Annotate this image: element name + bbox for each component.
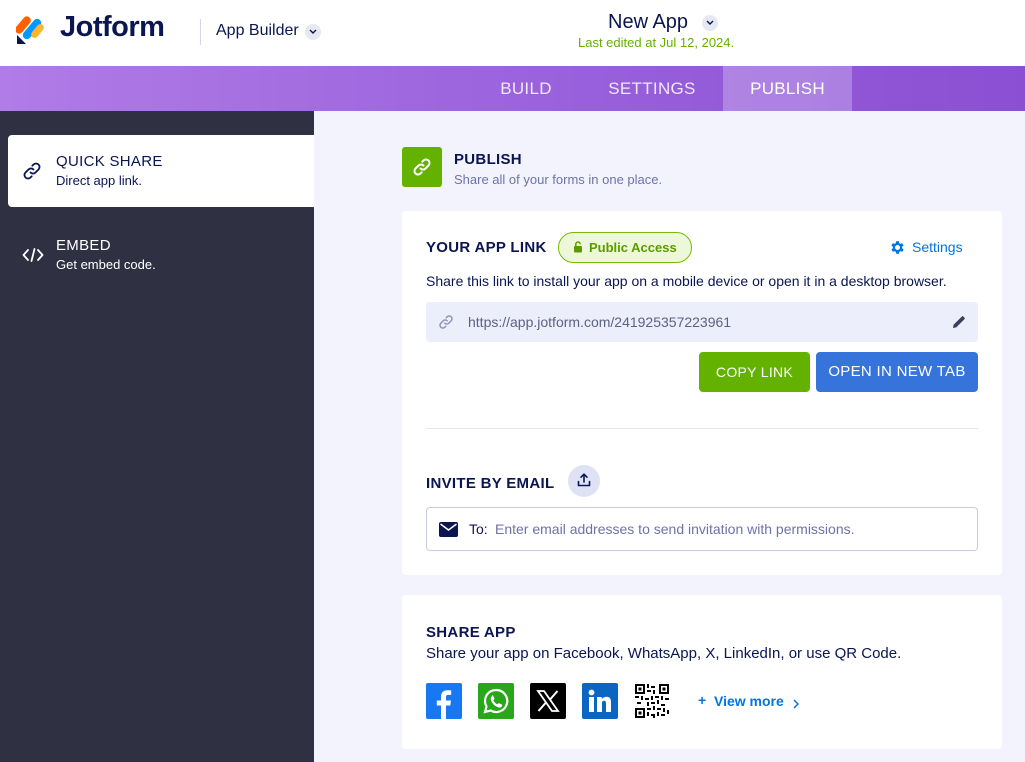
link-icon	[438, 314, 454, 335]
pencil-icon[interactable]	[951, 314, 967, 335]
app-link-card: YOUR APP LINK Public Access Settings Sha…	[402, 211, 1002, 575]
app-link-description: Share this link to install your app on a…	[426, 273, 947, 289]
sidebar-item-subtitle: Get embed code.	[56, 257, 156, 272]
product-name[interactable]: App Builder	[216, 22, 299, 40]
copy-link-button[interactable]: COPY LINK	[699, 352, 810, 392]
header-divider	[200, 19, 201, 45]
sidebar-item-title: QUICK SHARE	[56, 153, 163, 170]
publish-subtitle: Share all of your forms in one place.	[454, 172, 663, 187]
share-app-card: SHARE APP Share your app on Facebook, Wh…	[402, 595, 1002, 749]
sidebar-item-title: EMBED	[56, 237, 111, 254]
code-icon	[22, 245, 44, 265]
app-title[interactable]: New App	[608, 11, 688, 34]
invite-email-field[interactable]: To:	[426, 507, 978, 551]
gear-icon	[891, 241, 904, 254]
upload-icon[interactable]	[568, 465, 600, 497]
section-divider	[426, 428, 978, 429]
invite-heading: INVITE BY EMAIL	[426, 475, 555, 492]
sidebar-item-subtitle: Direct app link.	[56, 173, 142, 188]
share-app-heading: SHARE APP	[426, 624, 516, 641]
app-url-text: https://app.jotform.com/241925357223961	[468, 314, 732, 330]
share-app-description: Share your app on Facebook, WhatsApp, X,…	[426, 645, 902, 662]
tab-build[interactable]: BUILD	[480, 66, 572, 111]
jotform-logo-icon[interactable]	[15, 13, 46, 45]
open-in-new-tab-button[interactable]: OPEN IN NEW TAB	[816, 352, 978, 392]
public-access-badge[interactable]: Public Access	[558, 232, 692, 263]
product-chevron-down-icon[interactable]	[305, 24, 321, 40]
whatsapp-icon[interactable]	[478, 683, 514, 719]
view-more-label: View more	[714, 693, 784, 709]
publish-sidebar: QUICK SHARE Direct app link. EMBED Get e…	[0, 111, 314, 762]
publish-title: PUBLISH	[454, 151, 522, 168]
sidebar-item-quick-share[interactable]: QUICK SHARE Direct app link.	[8, 135, 314, 207]
brand-name[interactable]: Jotform	[60, 11, 165, 44]
envelope-icon	[439, 522, 458, 542]
last-edited-status: Last edited at Jul 12, 2024.	[578, 35, 735, 50]
plus-icon: +	[698, 692, 707, 708]
sidebar-item-embed[interactable]: EMBED Get embed code.	[8, 219, 314, 291]
email-to-label: To:	[469, 521, 488, 537]
qr-code-icon[interactable]	[634, 683, 670, 719]
app-title-chevron-down-icon[interactable]	[702, 15, 718, 31]
link-icon	[22, 161, 42, 181]
tab-settings[interactable]: SETTINGS	[590, 66, 714, 111]
chevron-right-icon	[793, 696, 800, 714]
app-link-heading: YOUR APP LINK	[426, 239, 547, 256]
lock-icon	[574, 241, 582, 253]
app-url-field[interactable]: https://app.jotform.com/241925357223961	[426, 302, 978, 342]
facebook-icon[interactable]	[426, 683, 462, 719]
public-access-label: Public Access	[589, 240, 677, 255]
top-header: Jotform App Builder New App Last edited …	[0, 0, 1025, 66]
link-settings-button[interactable]: Settings	[889, 237, 969, 257]
main-tab-bar: BUILD SETTINGS PUBLISH	[0, 66, 1025, 111]
linkedin-icon[interactable]	[582, 683, 618, 719]
email-input[interactable]	[495, 516, 965, 542]
settings-label: Settings	[912, 239, 963, 255]
publish-link-icon	[402, 147, 442, 187]
x-twitter-icon[interactable]	[530, 683, 566, 719]
tab-publish[interactable]: PUBLISH	[723, 66, 852, 111]
